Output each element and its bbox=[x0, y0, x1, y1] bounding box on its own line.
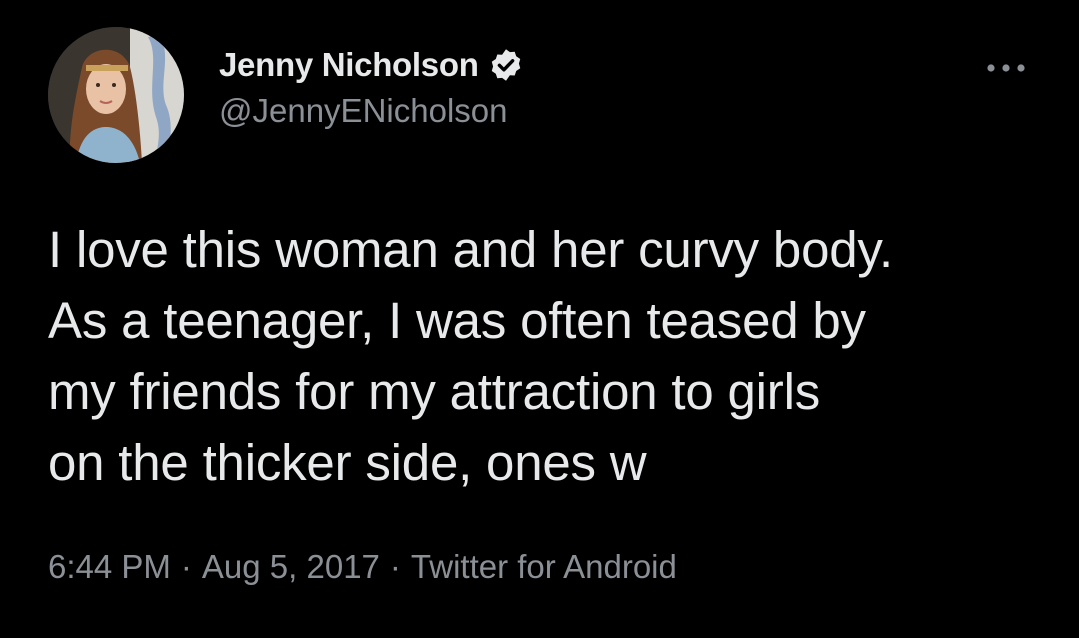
avatar-image bbox=[48, 27, 184, 163]
author-name-row: Jenny Nicholson bbox=[219, 43, 524, 87]
tweet-date[interactable]: Aug 5, 2017 bbox=[202, 548, 380, 585]
user-handle[interactable]: @JennyENicholson bbox=[219, 92, 507, 130]
tweet-time[interactable]: 6:44 PM bbox=[48, 548, 171, 585]
verified-badge-icon bbox=[488, 47, 524, 83]
more-options-button[interactable] bbox=[978, 56, 1034, 80]
more-horizontal-icon bbox=[987, 64, 1025, 72]
meta-separator: · bbox=[389, 548, 401, 585]
display-name[interactable]: Jenny Nicholson bbox=[219, 46, 479, 84]
tweet-text: I love this woman and her curvy body. As… bbox=[48, 221, 893, 491]
meta-separator: · bbox=[180, 548, 192, 585]
tweet-meta: 6:44 PM · Aug 5, 2017 · Twitter for Android bbox=[48, 548, 677, 586]
avatar[interactable] bbox=[48, 27, 184, 163]
tweet-source[interactable]: Twitter for Android bbox=[411, 548, 677, 585]
tweet-card: Jenny Nicholson @JennyENicholson I love … bbox=[0, 0, 1079, 638]
